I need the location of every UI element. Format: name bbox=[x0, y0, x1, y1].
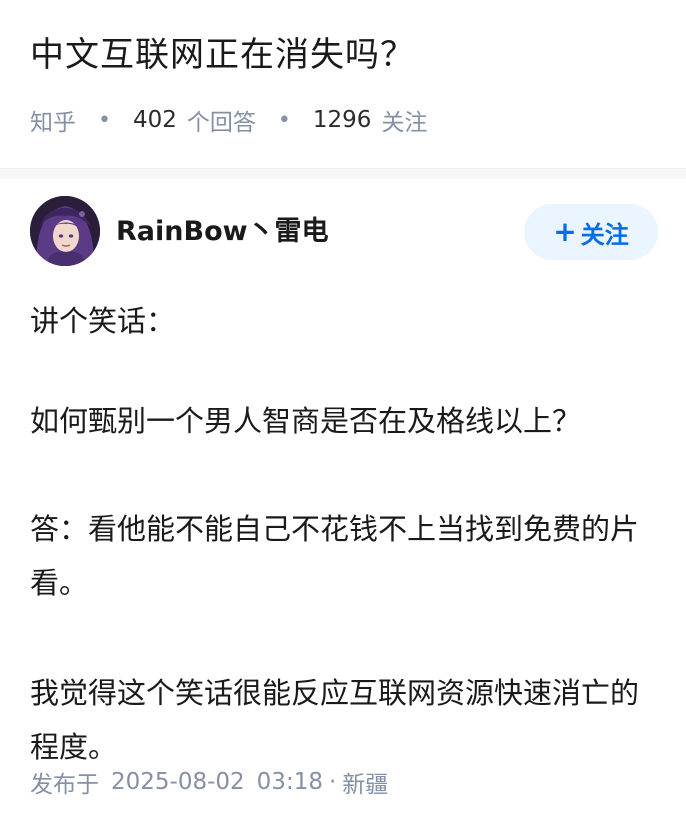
answer-paragraph: 我觉得这个笑话很能反应互联网资源快速消亡的程度。 bbox=[30, 676, 640, 764]
question-title[interactable]: 中文互联网正在消失吗？ bbox=[30, 30, 415, 80]
answer-count-unit[interactable]: 个回答 bbox=[187, 103, 256, 137]
footer-separator: · bbox=[328, 769, 337, 795]
answer-footer: 发布于 2025-08-02 03:18 · 新疆 bbox=[30, 762, 388, 802]
published-label: 发布于 bbox=[30, 772, 99, 798]
author-row: RainBow丶雷电 + 关注 bbox=[0, 178, 686, 288]
answer-paragraph: 答：看他能不能自己不花钱不上当找到免费的片看。 bbox=[30, 512, 640, 600]
source-label[interactable]: 知乎 bbox=[30, 103, 76, 137]
follower-count: 1296 bbox=[312, 107, 372, 133]
follow-button-label: 关注 bbox=[580, 220, 629, 249]
author-name[interactable]: RainBow丶雷电 bbox=[116, 212, 329, 252]
answer-page: 中文互联网正在消失吗？ 知乎 • 402 个回答 • 1296 关注 RainB… bbox=[0, 0, 686, 833]
question-meta: 知乎 • 402 个回答 • 1296 关注 bbox=[30, 100, 427, 140]
answer-paragraph: 如何甄别一个男人智商是否在及格线以上？ bbox=[30, 404, 582, 438]
answer-count: 402 bbox=[132, 107, 177, 133]
published-date: 2025-08-02 bbox=[111, 769, 245, 795]
answer-body: 讲个笑话： 如何甄别一个男人智商是否在及格线以上？ 答：看他能不能自己不花钱不上… bbox=[30, 294, 660, 812]
follow-button[interactable]: + 关注 bbox=[524, 204, 658, 260]
answer-paragraph: 讲个笑话： bbox=[30, 304, 176, 338]
published-location: 新疆 bbox=[342, 772, 389, 798]
meta-separator: • bbox=[277, 107, 291, 133]
meta-separator: • bbox=[98, 107, 111, 133]
plus-icon: + bbox=[553, 215, 577, 248]
avatar-image bbox=[30, 196, 100, 266]
avatar[interactable] bbox=[30, 196, 100, 266]
question-header: 中文互联网正在消失吗？ 知乎 • 402 个回答 • 1296 关注 bbox=[0, 0, 686, 168]
follower-count-unit: 关注 bbox=[381, 110, 428, 136]
published-time: 03:18 bbox=[256, 769, 323, 795]
